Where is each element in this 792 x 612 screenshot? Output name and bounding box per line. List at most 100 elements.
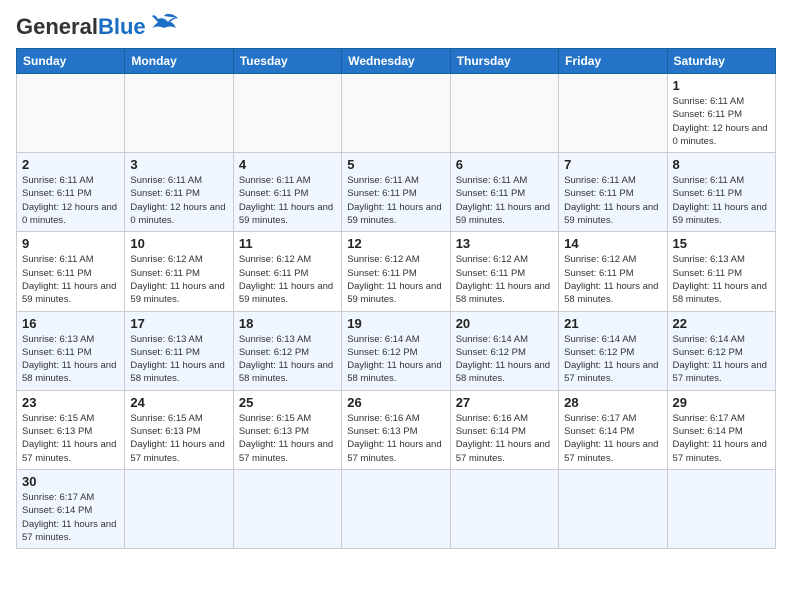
- calendar-cell: [667, 469, 775, 548]
- weekday-header-friday: Friday: [559, 49, 667, 74]
- day-number: 22: [673, 316, 770, 331]
- calendar-cell: 23 Sunrise: 6:15 AMSunset: 6:13 PMDayligh…: [17, 390, 125, 469]
- day-number: 14: [564, 236, 661, 251]
- day-info: Sunrise: 6:11 AMSunset: 6:11 PMDaylight:…: [22, 174, 119, 227]
- day-number: 8: [673, 157, 770, 172]
- day-number: 28: [564, 395, 661, 410]
- day-number: 26: [347, 395, 444, 410]
- day-info: Sunrise: 6:14 AMSunset: 6:12 PMDaylight:…: [456, 333, 553, 386]
- logo-text: GeneralBlue: [16, 16, 146, 38]
- page-header: GeneralBlue: [16, 16, 776, 38]
- calendar-cell: [233, 74, 341, 153]
- calendar-week-row: 1 Sunrise: 6:11 AMSunset: 6:11 PMDaylight…: [17, 74, 776, 153]
- calendar-week-row: 23 Sunrise: 6:15 AMSunset: 6:13 PMDayligh…: [17, 390, 776, 469]
- day-number: 5: [347, 157, 444, 172]
- day-info: Sunrise: 6:11 AMSunset: 6:11 PMDaylight:…: [673, 174, 770, 227]
- day-info: Sunrise: 6:17 AMSunset: 6:14 PMDaylight:…: [22, 491, 119, 544]
- day-info: Sunrise: 6:11 AMSunset: 6:11 PMDaylight:…: [347, 174, 444, 227]
- day-number: 11: [239, 236, 336, 251]
- calendar-week-row: 2 Sunrise: 6:11 AMSunset: 6:11 PMDaylight…: [17, 153, 776, 232]
- day-number: 9: [22, 236, 119, 251]
- calendar-week-row: 16 Sunrise: 6:13 AMSunset: 6:11 PMDayligh…: [17, 311, 776, 390]
- day-number: 24: [130, 395, 227, 410]
- weekday-header-wednesday: Wednesday: [342, 49, 450, 74]
- calendar-cell: [559, 74, 667, 153]
- day-info: Sunrise: 6:11 AMSunset: 6:11 PMDaylight:…: [673, 95, 770, 148]
- calendar-cell: 13 Sunrise: 6:12 AMSunset: 6:11 PMDayligh…: [450, 232, 558, 311]
- day-number: 3: [130, 157, 227, 172]
- calendar-cell: [233, 469, 341, 548]
- day-number: 27: [456, 395, 553, 410]
- calendar-cell: 7 Sunrise: 6:11 AMSunset: 6:11 PMDaylight…: [559, 153, 667, 232]
- calendar-cell: [125, 469, 233, 548]
- day-info: Sunrise: 6:11 AMSunset: 6:11 PMDaylight:…: [22, 253, 119, 306]
- weekday-header-row: SundayMondayTuesdayWednesdayThursdayFrid…: [17, 49, 776, 74]
- day-info: Sunrise: 6:11 AMSunset: 6:11 PMDaylight:…: [130, 174, 227, 227]
- day-info: Sunrise: 6:12 AMSunset: 6:11 PMDaylight:…: [456, 253, 553, 306]
- weekday-header-thursday: Thursday: [450, 49, 558, 74]
- logo-bird-icon: [148, 12, 180, 34]
- day-info: Sunrise: 6:15 AMSunset: 6:13 PMDaylight:…: [22, 412, 119, 465]
- weekday-header-sunday: Sunday: [17, 49, 125, 74]
- calendar-cell: 27 Sunrise: 6:16 AMSunset: 6:14 PMDayligh…: [450, 390, 558, 469]
- day-info: Sunrise: 6:12 AMSunset: 6:11 PMDaylight:…: [347, 253, 444, 306]
- day-info: Sunrise: 6:12 AMSunset: 6:11 PMDaylight:…: [130, 253, 227, 306]
- day-info: Sunrise: 6:13 AMSunset: 6:11 PMDaylight:…: [130, 333, 227, 386]
- calendar-cell: 8 Sunrise: 6:11 AMSunset: 6:11 PMDaylight…: [667, 153, 775, 232]
- day-number: 13: [456, 236, 553, 251]
- day-number: 12: [347, 236, 444, 251]
- calendar-cell: 25Sunrise: 6:15 AMSunset: 6:13 PMDayligh…: [233, 390, 341, 469]
- day-number: 23: [22, 395, 119, 410]
- day-number: 20: [456, 316, 553, 331]
- day-info: Sunrise: 6:15 AMSunset: 6:13 PMDaylight:…: [130, 412, 227, 465]
- day-number: 6: [456, 157, 553, 172]
- calendar-week-row: 30Sunrise: 6:17 AMSunset: 6:14 PMDayligh…: [17, 469, 776, 548]
- day-number: 16: [22, 316, 119, 331]
- calendar-cell: 9 Sunrise: 6:11 AMSunset: 6:11 PMDaylight…: [17, 232, 125, 311]
- calendar-table: SundayMondayTuesdayWednesdayThursdayFrid…: [16, 48, 776, 549]
- calendar-cell: [342, 469, 450, 548]
- day-info: Sunrise: 6:14 AMSunset: 6:12 PMDaylight:…: [564, 333, 661, 386]
- calendar-cell: 30Sunrise: 6:17 AMSunset: 6:14 PMDayligh…: [17, 469, 125, 548]
- calendar-cell: 17 Sunrise: 6:13 AMSunset: 6:11 PMDayligh…: [125, 311, 233, 390]
- day-info: Sunrise: 6:13 AMSunset: 6:12 PMDaylight:…: [239, 333, 336, 386]
- day-number: 4: [239, 157, 336, 172]
- calendar-cell: [17, 74, 125, 153]
- weekday-header-saturday: Saturday: [667, 49, 775, 74]
- calendar-cell: 22 Sunrise: 6:14 AMSunset: 6:12 PMDayligh…: [667, 311, 775, 390]
- day-number: 10: [130, 236, 227, 251]
- calendar-cell: 14Sunrise: 6:12 AMSunset: 6:11 PMDayligh…: [559, 232, 667, 311]
- day-number: 17: [130, 316, 227, 331]
- day-info: Sunrise: 6:16 AMSunset: 6:14 PMDaylight:…: [456, 412, 553, 465]
- calendar-cell: 12 Sunrise: 6:12 AMSunset: 6:11 PMDayligh…: [342, 232, 450, 311]
- calendar-cell: [450, 74, 558, 153]
- day-info: Sunrise: 6:17 AMSunset: 6:14 PMDaylight:…: [564, 412, 661, 465]
- day-info: Sunrise: 6:11 AMSunset: 6:11 PMDaylight:…: [564, 174, 661, 227]
- calendar-cell: 21 Sunrise: 6:14 AMSunset: 6:12 PMDayligh…: [559, 311, 667, 390]
- day-number: 18: [239, 316, 336, 331]
- calendar-cell: 29 Sunrise: 6:17 AMSunset: 6:14 PMDayligh…: [667, 390, 775, 469]
- calendar-cell: 1 Sunrise: 6:11 AMSunset: 6:11 PMDaylight…: [667, 74, 775, 153]
- calendar-cell: 15Sunrise: 6:13 AMSunset: 6:11 PMDayligh…: [667, 232, 775, 311]
- day-info: Sunrise: 6:17 AMSunset: 6:14 PMDaylight:…: [673, 412, 770, 465]
- day-info: Sunrise: 6:14 AMSunset: 6:12 PMDaylight:…: [673, 333, 770, 386]
- calendar-cell: [125, 74, 233, 153]
- day-info: Sunrise: 6:16 AMSunset: 6:13 PMDaylight:…: [347, 412, 444, 465]
- day-info: Sunrise: 6:11 AMSunset: 6:11 PMDaylight:…: [239, 174, 336, 227]
- calendar-cell: 16Sunrise: 6:13 AMSunset: 6:11 PMDayligh…: [17, 311, 125, 390]
- calendar-cell: 28 Sunrise: 6:17 AMSunset: 6:14 PMDayligh…: [559, 390, 667, 469]
- day-number: 29: [673, 395, 770, 410]
- calendar-cell: 4 Sunrise: 6:11 AMSunset: 6:11 PMDaylight…: [233, 153, 341, 232]
- day-number: 25: [239, 395, 336, 410]
- calendar-cell: 10 Sunrise: 6:12 AMSunset: 6:11 PMDayligh…: [125, 232, 233, 311]
- day-number: 2: [22, 157, 119, 172]
- day-info: Sunrise: 6:12 AMSunset: 6:11 PMDaylight:…: [239, 253, 336, 306]
- calendar-cell: [342, 74, 450, 153]
- logo-blue: Blue: [98, 14, 146, 39]
- calendar-cell: 26 Sunrise: 6:16 AMSunset: 6:13 PMDayligh…: [342, 390, 450, 469]
- calendar-cell: 5 Sunrise: 6:11 AMSunset: 6:11 PMDaylight…: [342, 153, 450, 232]
- day-number: 1: [673, 78, 770, 93]
- day-number: 7: [564, 157, 661, 172]
- calendar-cell: 18 Sunrise: 6:13 AMSunset: 6:12 PMDayligh…: [233, 311, 341, 390]
- day-number: 21: [564, 316, 661, 331]
